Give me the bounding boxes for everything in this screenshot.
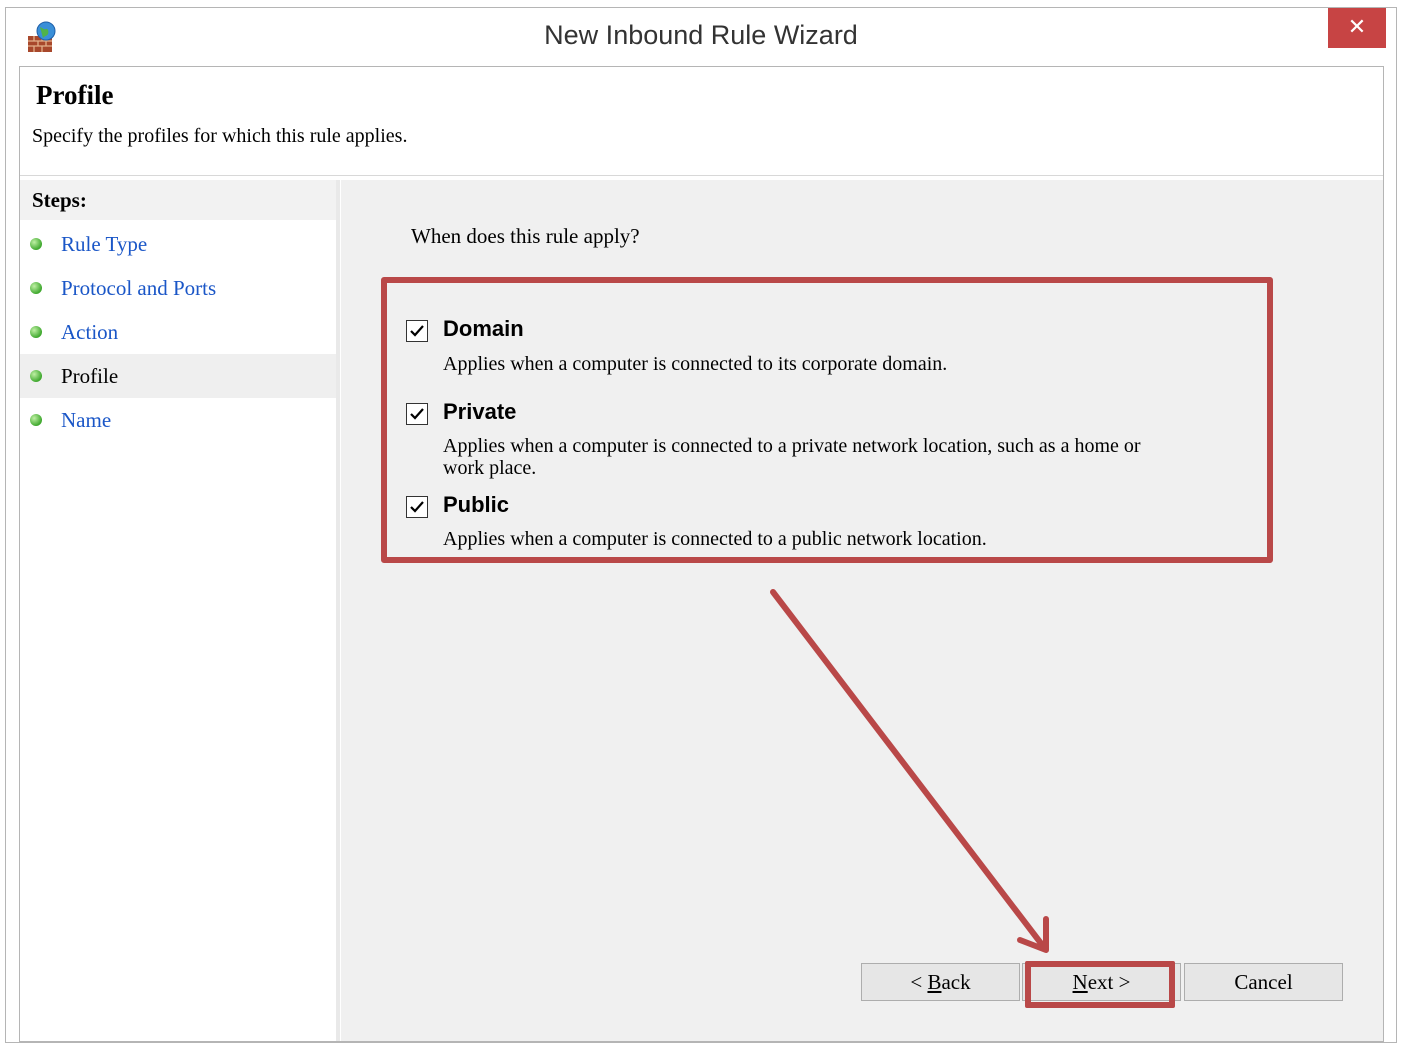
step-bullet-icon [30, 414, 42, 426]
step-bullet-icon [30, 326, 42, 338]
step-profile: Profile [20, 354, 336, 398]
window-title: New Inbound Rule Wizard [544, 20, 858, 50]
back-prefix: < [910, 970, 928, 994]
step-rule-type[interactable]: Rule Type [20, 222, 336, 266]
header-divider [20, 175, 1383, 176]
step-label: Profile [61, 364, 119, 388]
steps-divider [336, 180, 340, 1041]
steps-heading: Steps: [20, 180, 336, 220]
step-label: Protocol and Ports [61, 276, 217, 300]
step-bullet-icon [30, 238, 42, 250]
wizard-header: Profile Specify the profiles for which t… [20, 67, 1383, 175]
close-icon: ✕ [1347, 15, 1367, 40]
page-subtitle: Specify the profiles for which this rule… [32, 125, 408, 147]
step-action[interactable]: Action [20, 310, 336, 354]
page-title: Profile [36, 80, 114, 110]
annotation-next-highlight [1025, 961, 1175, 1008]
step-protocol-and-ports[interactable]: Protocol and Ports [20, 266, 336, 310]
close-button[interactable]: ✕ [1328, 8, 1386, 48]
steps-panel: Steps: Rule Type Protocol and Ports Acti… [20, 180, 336, 1041]
back-button[interactable]: < Back [861, 963, 1020, 1001]
step-label: Action [61, 320, 119, 344]
annotation-highlight-box [381, 277, 1273, 563]
step-name[interactable]: Name [20, 398, 336, 442]
cancel-button[interactable]: Cancel [1184, 963, 1343, 1001]
step-bullet-icon [30, 370, 42, 382]
step-label: Name [61, 408, 112, 432]
title-bar[interactable]: New Inbound Rule Wizard ✕ [6, 8, 1396, 65]
step-bullet-icon [30, 282, 42, 294]
profile-question: When does this rule apply? [411, 224, 640, 248]
step-label: Rule Type [61, 232, 148, 256]
back-access-key: B [927, 970, 942, 994]
back-label: ack [941, 970, 971, 994]
